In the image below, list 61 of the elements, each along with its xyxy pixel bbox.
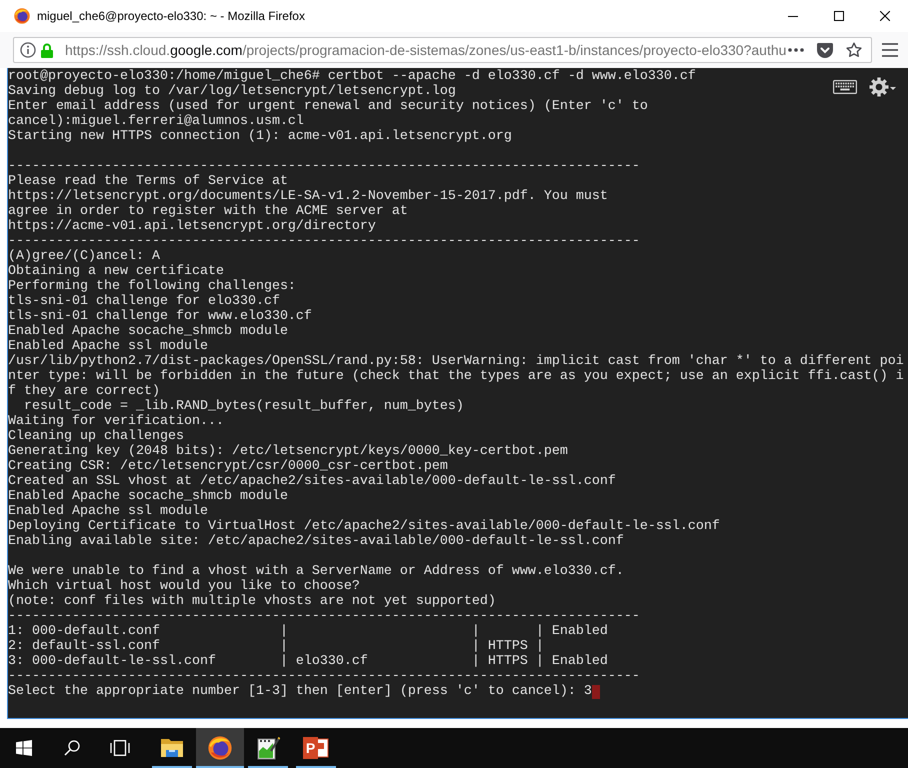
maximize-icon[interactable] — [834, 11, 844, 21]
terminal-line: Enabled Apache ssl module — [8, 339, 208, 354]
terminal-line: Enabled Apache socache_shmcb module — [8, 489, 288, 504]
terminal-line: ------------------------------------------------------------------------------- — [8, 159, 640, 174]
terminal-line: (A)gree/(C)ancel: A — [8, 249, 160, 264]
terminal-line: Starting new HTTPS connection (1): acme-v01.api.letsencrypt.org — [8, 129, 512, 144]
terminal-line: Please read the Terms of Service at — [8, 174, 288, 189]
chart-notepad-icon[interactable] — [256, 736, 280, 760]
terminal-line: Which virtual host would you like to choose? — [8, 579, 360, 594]
terminal-line: Generating key (2048 bits): /etc/letsencrypt/keys/0000_key-certbot.pem — [8, 444, 568, 459]
more-icon[interactable] — [788, 48, 804, 52]
terminal-line: 3: 000-default-le-ssl.conf | elo330.cf | HTTPS | Enabled — [8, 654, 608, 669]
terminal-line: cancel):miguel.ferreri@alumnos.usm.cl — [8, 114, 304, 129]
terminal-line: nter type: will be forbidden in the future (check that the types are as you expect; use an explicit ffi.cast() i — [8, 369, 904, 384]
terminal-line: Waiting for verification... — [8, 414, 224, 429]
terminal-line: 2: default-ssl.conf | | HTTPS | — [8, 639, 544, 654]
info-icon[interactable] — [20, 42, 36, 58]
browser-icon — [14, 8, 30, 24]
browser-icon[interactable] — [208, 736, 232, 760]
menu-icon[interactable] — [882, 43, 898, 57]
terminal-line: ------------------------------------------------------------------------------- — [8, 669, 640, 684]
terminal-line: Enabled Apache socache_shmcb module — [8, 324, 288, 339]
taskbar-button[interactable] — [196, 728, 244, 768]
terminal-line: 1: 000-default.conf | | | Enabled — [8, 624, 608, 639]
window-title: miguel_che6@proyecto-elo330: ~ - Mozilla Firefox — [37, 9, 305, 23]
terminal-line: result_code = _lib.RAND_bytes(result_buffer, num_bytes) — [22, 399, 464, 414]
task-view-icon[interactable] — [110, 740, 130, 756]
terminal-line: We were unable to find a vhost with a ServerName or Address of www.elo330.cf. — [8, 564, 624, 579]
terminal-line: Creating CSR: /etc/letsencrypt/csr/0000_csr-certbot.pem — [8, 459, 448, 474]
terminal-line: agree in order to register with the ACME server at — [8, 204, 408, 219]
terminal-line: Select the appropriate number [1-3] then [enter] (press 'c' to cancel): 3 — [8, 684, 592, 699]
terminal-line: Deploying Certificate to VirtualHost /etc/apache2/sites-available/000-default-le-ssl.conf — [8, 519, 720, 534]
terminal-line: /usr/lib/python2.7/dist-packages/OpenSSL/rand.py:58: UserWarning: implicit cast from 'char *' to a different poi — [8, 354, 904, 369]
taskbar-button[interactable]: P — [292, 728, 340, 768]
terminal-line: Performing the following challenges: — [8, 279, 296, 294]
lock-icon[interactable] — [41, 42, 53, 58]
terminal-line: root@proyecto-elo330:/home/miguel_che6# certbot --apache -d elo330.cf -d www.elo330.cf — [8, 69, 696, 84]
keyboard-icon[interactable] — [833, 80, 857, 94]
star-icon[interactable] — [846, 42, 862, 58]
close-icon[interactable] — [880, 11, 890, 21]
address-bar[interactable]: https://ssh.cloud.google.com/projects/programacion-de-sistemas/zones/us-east1-b/instances/proyecto-elo330?authu — [13, 37, 872, 63]
terminal-line: ------------------------------------------------------------------------------- — [8, 234, 640, 249]
terminal-line: Enabled Apache ssl module — [8, 504, 208, 519]
terminal-line: Saving debug log to /var/log/letsencrypt/letsencrypt.log — [8, 84, 456, 99]
terminal-line: https://letsencrypt.org/documents/LE-SA-v1.2-November-15-2017.pdf. You must — [8, 189, 608, 204]
terminal-line: f they are correct) — [8, 384, 160, 399]
shield-chevron-icon[interactable] — [817, 42, 833, 58]
folder-icon[interactable] — [160, 737, 184, 759]
terminal-line: Cleaning up challenges — [8, 429, 184, 444]
terminal-line: ------------------------------------------------------------------------------- — [8, 609, 640, 624]
terminal-line: tls-sni-01 challenge for www.elo330.cf — [8, 309, 312, 324]
terminal-line: tls-sni-01 challenge for elo330.cf — [8, 294, 280, 309]
start-icon[interactable] — [16, 740, 32, 756]
terminal-line: Created an SSL vhost at /etc/apache2/sites-available/000-default-le-ssl.conf — [8, 474, 616, 489]
settings-icon[interactable] — [869, 77, 896, 97]
terminal-line: Obtaining a new certificate — [8, 264, 224, 279]
terminal-line: (note: conf files with multiple vhosts are not yet supported) — [8, 594, 496, 609]
terminal-line: Enabling available site: /etc/apache2/sites-available/000-default-le-ssl.conf — [8, 534, 624, 549]
terminal-line: Enter email address (used for urgent renewal and security notices) (Enter 'c' to — [8, 99, 648, 114]
search-icon[interactable] — [64, 740, 80, 756]
terminal-line: https://acme-v01.api.letsencrypt.org/directory — [8, 219, 376, 234]
